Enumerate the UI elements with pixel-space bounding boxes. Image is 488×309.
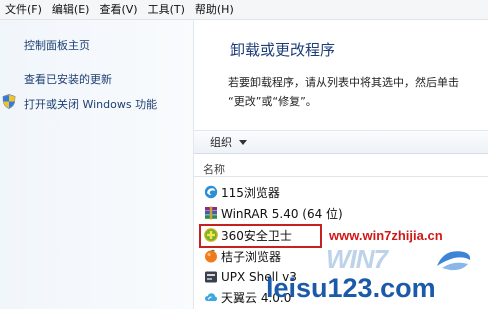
orange-icon [205,249,217,263]
cloud-icon [204,293,218,301]
winrar-books-icon [205,206,217,220]
command-bar: 组织 [194,130,488,154]
menu-bar: 文件(F) 编辑(E) 查看(V) 工具(T) 帮助(H) [0,0,488,20]
program-name: WinRAR 5.40 (64 位) [221,206,343,221]
program-row[interactable]: 桔子浏览器 [204,247,281,265]
view-installed-updates-link[interactable]: 查看已安装的更新 [24,71,112,87]
program-row[interactable]: WinRAR 5.40 (64 位) [204,204,343,222]
watermark-win7-logo: WIN7 [326,244,388,274]
organize-button[interactable]: 组织 [210,134,247,150]
organize-label: 组织 [210,136,232,149]
left-task-pane: 控制面板主页 查看已安装的更新 打开或关闭 Windows 功能 [0,20,194,309]
menu-edit[interactable]: 编辑(E) [47,0,95,19]
upx-box-icon [205,271,217,283]
menu-view[interactable]: 查看(V) [94,0,142,19]
menu-tools[interactable]: 工具(T) [143,0,190,19]
page-title: 卸载或更改程序 [230,41,336,59]
program-row[interactable]: 115浏览器 [204,183,280,201]
control-panel-home-link[interactable]: 控制面板主页 [24,37,90,53]
shield-icon [2,94,16,109]
menu-file[interactable]: 文件(F) [0,0,47,19]
instructions-line-1: 若要卸载程序，请从列表中将其选中，然后单击 [228,76,459,89]
browser-swirl-icon [204,185,218,199]
turn-windows-features-link[interactable]: 打开或关闭 Windows 功能 [24,96,157,112]
chevron-down-icon [239,139,247,145]
column-header-name[interactable]: 名称 [194,163,488,177]
watermark-url: www.win7zhijia.cn [329,228,443,243]
instructions-line-2: “更改”或“修复”。 [228,95,317,108]
program-name: 115浏览器 [221,185,280,200]
menu-help[interactable]: 帮助(H) [190,0,239,19]
watermark-leisu: leisu123.com [266,273,436,303]
highlight-box [199,224,322,248]
win7-swirl-logo [437,251,471,271]
program-name: 桔子浏览器 [221,249,282,264]
